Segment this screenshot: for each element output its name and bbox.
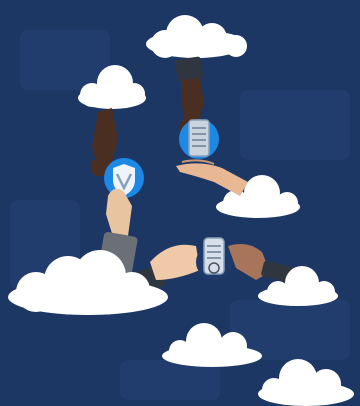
illustration-scene <box>0 0 360 406</box>
cloud-hands-illustration <box>0 0 360 406</box>
server-badge-top <box>179 119 219 159</box>
